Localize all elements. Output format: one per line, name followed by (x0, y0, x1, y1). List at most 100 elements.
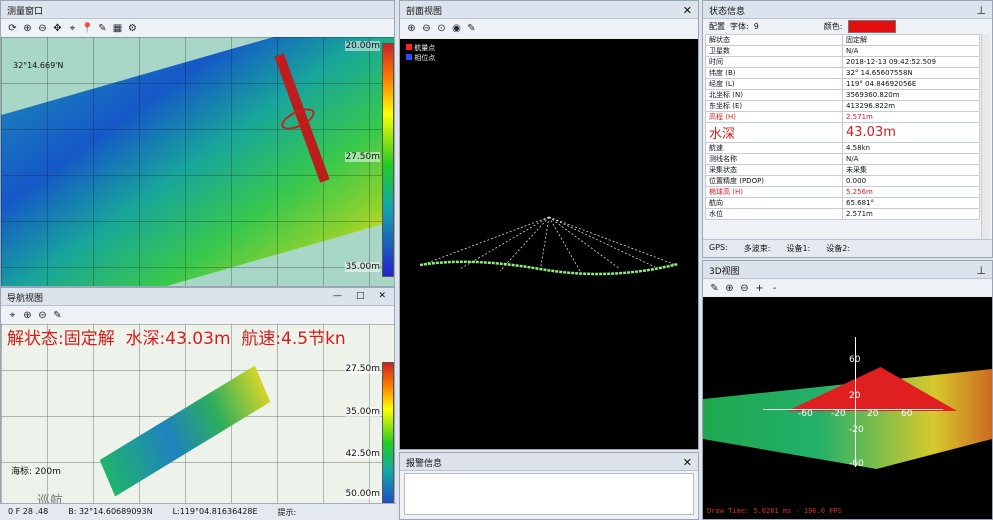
zoom-in-icon[interactable]: ⊕ (405, 22, 418, 35)
fps-text: Draw Time: 5.0281 ms - 196.0 FPS (707, 507, 842, 515)
measure-icon[interactable]: 📍 (81, 22, 94, 35)
state-key: 水深 (705, 122, 843, 143)
select-icon[interactable]: ⌖ (6, 309, 19, 322)
draw-icon[interactable]: ✎ (96, 22, 109, 35)
state-row: 经度 (L) 119° 04.84692056E (705, 78, 980, 90)
zoom-out-icon[interactable]: ⊖ (420, 22, 433, 35)
alarm-list (404, 473, 694, 515)
nav-depth-scale (382, 362, 394, 518)
map-grid (1, 37, 394, 286)
nav-map[interactable]: 解状态:固定解 水深:43.03m 航速:4.5节kn 27.50m 35.00… (1, 324, 394, 519)
section-title: 剖面视图 (400, 1, 698, 19)
state-value: 0.000 (842, 175, 980, 187)
state-row: 时间 2018-12-13 09:42:52.509 (705, 56, 980, 68)
axis-tick: 60 (901, 409, 913, 419)
mb-status: 多波束: (743, 244, 771, 253)
zoom-out-icon[interactable]: ⊖ (36, 309, 49, 322)
legend-swatch (406, 44, 412, 50)
state-row: 航速 4.58kn (705, 142, 980, 154)
state-key: 高程 (H) (705, 111, 843, 123)
pin-icon[interactable]: ⊥ (976, 4, 986, 17)
state-row: 高程 (H) 2.571m (705, 111, 980, 123)
draw-icon[interactable]: ✎ (465, 22, 478, 35)
scrollbar[interactable] (981, 34, 990, 240)
select-icon[interactable]: ⌖ (66, 22, 79, 35)
nav-speed-text: 航速:4.5节kn (241, 329, 346, 349)
state-key: 纬度 (B) (705, 67, 843, 79)
state-value: 65.681° (842, 197, 980, 209)
state-value: 43.03m (842, 122, 980, 143)
color-picker[interactable] (847, 20, 896, 33)
state-row: 椭球高 (H) 5.256m (705, 186, 980, 198)
state-key: 水位 (705, 208, 843, 220)
axis-tick: -60 (849, 459, 864, 469)
state-key: 北坐标 (N) (705, 89, 843, 101)
zoom-in-icon[interactable]: ⊕ (723, 282, 736, 295)
device-status: GPS: 多波束: 设备1: 设备2: (703, 239, 992, 257)
state-window: 状态信息 ⊥ 配置 字体: 9 颜色: 解状态 固定解 卫星数 N/A 时间 2018-1… (702, 0, 993, 258)
dev1-status: 设备1: (786, 244, 811, 253)
state-value: 3569360.820m (842, 89, 980, 101)
nav-tick: 27.50m (345, 364, 380, 374)
config-label[interactable]: 配置 (709, 21, 725, 32)
record-icon[interactable]: ◉ (450, 22, 463, 35)
state-row: 水位 2.571m (705, 208, 980, 220)
state-key: 解状态 (705, 34, 843, 46)
state-row: 东坐标 (E) 413296.822m (705, 100, 980, 112)
depth-tick: 27.50m (345, 152, 380, 162)
axis-tick: 20 (849, 391, 861, 401)
state-row: 测线名称 N/A (705, 153, 980, 165)
zoom-in-icon[interactable]: ⊕ (21, 22, 34, 35)
plus-icon[interactable]: + (753, 282, 766, 295)
layers-icon[interactable]: ▦ (111, 22, 124, 35)
axis-tick: -60 (798, 409, 813, 419)
state-row: 水深 43.03m (705, 122, 980, 143)
status-a: 0 F 28 .48 (8, 507, 49, 516)
settings-icon[interactable]: ⚙ (126, 22, 139, 35)
close-button[interactable]: ✕ (378, 291, 386, 301)
color-label: 颜色: (823, 22, 843, 31)
font-value[interactable]: 9 (754, 22, 759, 31)
minus-icon[interactable]: - (768, 282, 781, 295)
state-value: 固定解 (842, 34, 980, 46)
close-icon[interactable]: ✕ (683, 456, 692, 469)
draw-icon[interactable]: ✎ (708, 282, 721, 295)
state-value: 2018-12-13 09:42:52.509 (842, 56, 980, 68)
state-value: 119° 04.84692056E (842, 78, 980, 90)
legend-swatch (406, 54, 412, 60)
nav-tick: 42.50m (345, 449, 380, 459)
view3d-scene[interactable]: 60 -60 -20 20 60 20 -20 -60 Draw Time: 5… (703, 297, 992, 519)
depth-tick: 35.00m (345, 262, 380, 272)
pin-icon[interactable]: ⊥ (976, 264, 986, 277)
state-value: 5.256m (842, 186, 980, 198)
gps-status: GPS: (709, 243, 728, 252)
minimize-button[interactable]: — (333, 291, 342, 301)
nav-window: 导航视图 — □ ✕ ⌖ ⊕ ⊖ ✎ 解状态:固定解 水深:43.03m 航速:4.5节k… (0, 287, 395, 520)
legend-label: 相位点 (414, 54, 436, 62)
measure-icon[interactable]: ✎ (51, 309, 64, 322)
state-value: N/A (842, 153, 980, 165)
alarm-window: 报警信息 ✕ (399, 452, 699, 520)
state-value: 4.58kn (842, 142, 980, 154)
zoom-in-icon[interactable]: ⊕ (21, 309, 34, 322)
ping-profile (419, 216, 679, 276)
state-key: 东坐标 (E) (705, 100, 843, 112)
zoom-fit-icon[interactable]: ⊙ (435, 22, 448, 35)
state-value: 2.571m (842, 208, 980, 220)
survey-map[interactable]: 32°14.669'N 20.00m 27.50m 35.00m (1, 37, 394, 286)
maximize-button[interactable]: □ (356, 291, 365, 301)
axis-tick: -20 (831, 409, 846, 419)
close-icon[interactable]: ✕ (683, 4, 692, 17)
pan-icon[interactable]: ✥ (51, 22, 64, 35)
state-row: 采集状态 未采集 (705, 164, 980, 176)
state-key: 卫星数 (705, 45, 843, 57)
refresh-icon[interactable]: ⟳ (6, 22, 19, 35)
status-d: 提示: (277, 508, 297, 517)
state-value: 未采集 (842, 164, 980, 176)
zoom-out-icon[interactable]: ⊖ (36, 22, 49, 35)
survey-title: 测量窗口 (1, 1, 394, 19)
legend-label: 航量点 (414, 44, 436, 52)
zoom-out-icon[interactable]: ⊖ (738, 282, 751, 295)
state-value: N/A (842, 45, 980, 57)
state-row: 航向 65.681° (705, 197, 980, 209)
